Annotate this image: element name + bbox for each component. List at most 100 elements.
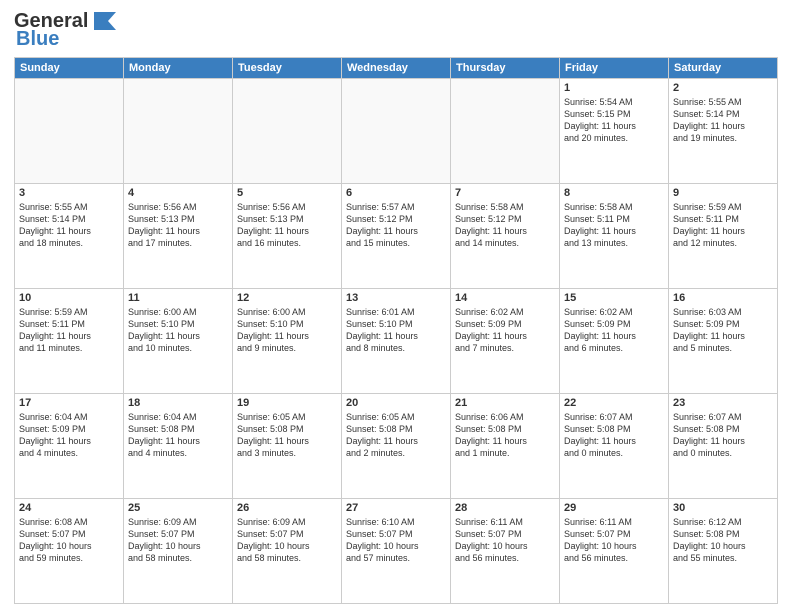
calendar-day-cell: 25 Sunrise: 6:09 AM Sunset: 5:07 PM Dayli…: [124, 499, 233, 604]
calendar-week-row: 17 Sunrise: 6:04 AM Sunset: 5:09 PM Dayli…: [15, 394, 778, 499]
calendar-day-cell: 24Sunrise: 6:08 AM Sunset: 5:07 PM Dayli…: [15, 499, 124, 604]
weekday-header: Monday: [124, 58, 233, 79]
day-info: Sunrise: 6:09 AM Sunset: 5:07 PM Dayligh…: [237, 516, 337, 565]
calendar-day-cell: 28 Sunrise: 6:11 AM Sunset: 5:07 PM Dayli…: [451, 499, 560, 604]
calendar-day-cell: [233, 79, 342, 184]
day-number: 26: [237, 502, 337, 514]
day-info: Sunrise: 5:55 AM Sunset: 5:14 PM Dayligh…: [673, 96, 773, 145]
day-number: 25: [128, 502, 228, 514]
day-info: Sunrise: 6:00 AM Sunset: 5:10 PM Dayligh…: [128, 306, 228, 355]
calendar-day-cell: [124, 79, 233, 184]
calendar-day-cell: 14 Sunrise: 6:02 AM Sunset: 5:09 PM Dayli…: [451, 289, 560, 394]
day-number: 27: [346, 502, 446, 514]
day-number: 22: [564, 397, 664, 409]
calendar-day-cell: 18Sunrise: 6:04 AM Sunset: 5:08 PM Dayli…: [124, 394, 233, 499]
calendar-day-cell: 9 Sunrise: 5:59 AM Sunset: 5:11 PM Daylig…: [669, 184, 778, 289]
day-number: 20: [346, 397, 446, 409]
day-info: Sunrise: 6:09 AM Sunset: 5:07 PM Dayligh…: [128, 516, 228, 565]
calendar-day-cell: 6 Sunrise: 5:57 AM Sunset: 5:12 PM Daylig…: [342, 184, 451, 289]
day-info: Sunrise: 5:57 AM Sunset: 5:12 PM Dayligh…: [346, 201, 446, 250]
weekday-header: Thursday: [451, 58, 560, 79]
day-info: Sunrise: 5:58 AM Sunset: 5:11 PM Dayligh…: [564, 201, 664, 250]
day-number: 4: [128, 187, 228, 199]
calendar-day-cell: 7 Sunrise: 5:58 AM Sunset: 5:12 PM Daylig…: [451, 184, 560, 289]
calendar-table: SundayMondayTuesdayWednesdayThursdayFrid…: [14, 57, 778, 604]
day-info: Sunrise: 5:56 AM Sunset: 5:13 PM Dayligh…: [128, 201, 228, 250]
day-number: 13: [346, 292, 446, 304]
day-info: Sunrise: 6:05 AM Sunset: 5:08 PM Dayligh…: [237, 411, 337, 460]
day-info: Sunrise: 6:04 AM Sunset: 5:09 PM Dayligh…: [19, 411, 119, 460]
calendar-week-row: 24Sunrise: 6:08 AM Sunset: 5:07 PM Dayli…: [15, 499, 778, 604]
calendar-day-cell: [342, 79, 451, 184]
calendar-day-cell: 30 Sunrise: 6:12 AM Sunset: 5:08 PM Dayli…: [669, 499, 778, 604]
day-info: Sunrise: 5:58 AM Sunset: 5:12 PM Dayligh…: [455, 201, 555, 250]
day-number: 2: [673, 82, 773, 94]
calendar-day-cell: 15 Sunrise: 6:02 AM Sunset: 5:09 PM Dayli…: [560, 289, 669, 394]
calendar-header-row: SundayMondayTuesdayWednesdayThursdayFrid…: [15, 58, 778, 79]
header: General Blue: [14, 10, 778, 51]
day-number: 8: [564, 187, 664, 199]
calendar-day-cell: 26 Sunrise: 6:09 AM Sunset: 5:07 PM Dayli…: [233, 499, 342, 604]
day-number: 19: [237, 397, 337, 409]
calendar-day-cell: 4 Sunrise: 5:56 AM Sunset: 5:13 PM Daylig…: [124, 184, 233, 289]
calendar-day-cell: 1 Sunrise: 5:54 AM Sunset: 5:15 PM Daylig…: [560, 79, 669, 184]
day-number: 14: [455, 292, 555, 304]
day-info: Sunrise: 5:54 AM Sunset: 5:15 PM Dayligh…: [564, 96, 664, 145]
day-number: 5: [237, 187, 337, 199]
day-number: 10: [19, 292, 119, 304]
day-number: 30: [673, 502, 773, 514]
day-number: 23: [673, 397, 773, 409]
calendar-day-cell: 19 Sunrise: 6:05 AM Sunset: 5:08 PM Dayli…: [233, 394, 342, 499]
day-number: 1: [564, 82, 664, 94]
calendar-day-cell: 5 Sunrise: 5:56 AM Sunset: 5:13 PM Daylig…: [233, 184, 342, 289]
calendar-day-cell: 13 Sunrise: 6:01 AM Sunset: 5:10 PM Dayli…: [342, 289, 451, 394]
logo-flag-icon: [90, 10, 118, 32]
calendar-day-cell: [15, 79, 124, 184]
day-number: 12: [237, 292, 337, 304]
calendar-day-cell: [451, 79, 560, 184]
day-info: Sunrise: 6:02 AM Sunset: 5:09 PM Dayligh…: [455, 306, 555, 355]
day-info: Sunrise: 6:11 AM Sunset: 5:07 PM Dayligh…: [564, 516, 664, 565]
day-info: Sunrise: 6:03 AM Sunset: 5:09 PM Dayligh…: [673, 306, 773, 355]
day-info: Sunrise: 6:11 AM Sunset: 5:07 PM Dayligh…: [455, 516, 555, 565]
day-info: Sunrise: 6:07 AM Sunset: 5:08 PM Dayligh…: [673, 411, 773, 460]
calendar-day-cell: 11 Sunrise: 6:00 AM Sunset: 5:10 PM Dayli…: [124, 289, 233, 394]
day-number: 28: [455, 502, 555, 514]
calendar-day-cell: 21Sunrise: 6:06 AM Sunset: 5:08 PM Dayli…: [451, 394, 560, 499]
day-number: 18: [128, 397, 228, 409]
page: General Blue SundayMondayTuesdayWednesda…: [0, 0, 792, 612]
calendar-day-cell: 22 Sunrise: 6:07 AM Sunset: 5:08 PM Dayli…: [560, 394, 669, 499]
weekday-header: Friday: [560, 58, 669, 79]
day-number: 9: [673, 187, 773, 199]
day-info: Sunrise: 6:02 AM Sunset: 5:09 PM Dayligh…: [564, 306, 664, 355]
day-info: Sunrise: 6:07 AM Sunset: 5:08 PM Dayligh…: [564, 411, 664, 460]
weekday-header: Sunday: [15, 58, 124, 79]
day-info: Sunrise: 6:12 AM Sunset: 5:08 PM Dayligh…: [673, 516, 773, 565]
calendar-day-cell: 10Sunrise: 5:59 AM Sunset: 5:11 PM Dayli…: [15, 289, 124, 394]
day-info: Sunrise: 6:01 AM Sunset: 5:10 PM Dayligh…: [346, 306, 446, 355]
calendar-day-cell: 23 Sunrise: 6:07 AM Sunset: 5:08 PM Dayli…: [669, 394, 778, 499]
day-number: 3: [19, 187, 119, 199]
day-number: 7: [455, 187, 555, 199]
day-info: Sunrise: 6:08 AM Sunset: 5:07 PM Dayligh…: [19, 516, 119, 565]
day-info: Sunrise: 5:55 AM Sunset: 5:14 PM Dayligh…: [19, 201, 119, 250]
day-number: 21: [455, 397, 555, 409]
logo-blue: Blue: [16, 28, 59, 51]
day-info: Sunrise: 5:59 AM Sunset: 5:11 PM Dayligh…: [673, 201, 773, 250]
day-number: 29: [564, 502, 664, 514]
day-info: Sunrise: 5:56 AM Sunset: 5:13 PM Dayligh…: [237, 201, 337, 250]
calendar-day-cell: 29 Sunrise: 6:11 AM Sunset: 5:07 PM Dayli…: [560, 499, 669, 604]
day-number: 6: [346, 187, 446, 199]
weekday-header: Wednesday: [342, 58, 451, 79]
calendar-day-cell: 27Sunrise: 6:10 AM Sunset: 5:07 PM Dayli…: [342, 499, 451, 604]
logo: General Blue: [14, 10, 118, 51]
day-number: 15: [564, 292, 664, 304]
calendar-day-cell: 20 Sunrise: 6:05 AM Sunset: 5:08 PM Dayli…: [342, 394, 451, 499]
weekday-header: Saturday: [669, 58, 778, 79]
calendar-week-row: 3 Sunrise: 5:55 AM Sunset: 5:14 PM Daylig…: [15, 184, 778, 289]
day-number: 17: [19, 397, 119, 409]
calendar-day-cell: 17 Sunrise: 6:04 AM Sunset: 5:09 PM Dayli…: [15, 394, 124, 499]
day-number: 11: [128, 292, 228, 304]
day-number: 16: [673, 292, 773, 304]
day-info: Sunrise: 6:05 AM Sunset: 5:08 PM Dayligh…: [346, 411, 446, 460]
